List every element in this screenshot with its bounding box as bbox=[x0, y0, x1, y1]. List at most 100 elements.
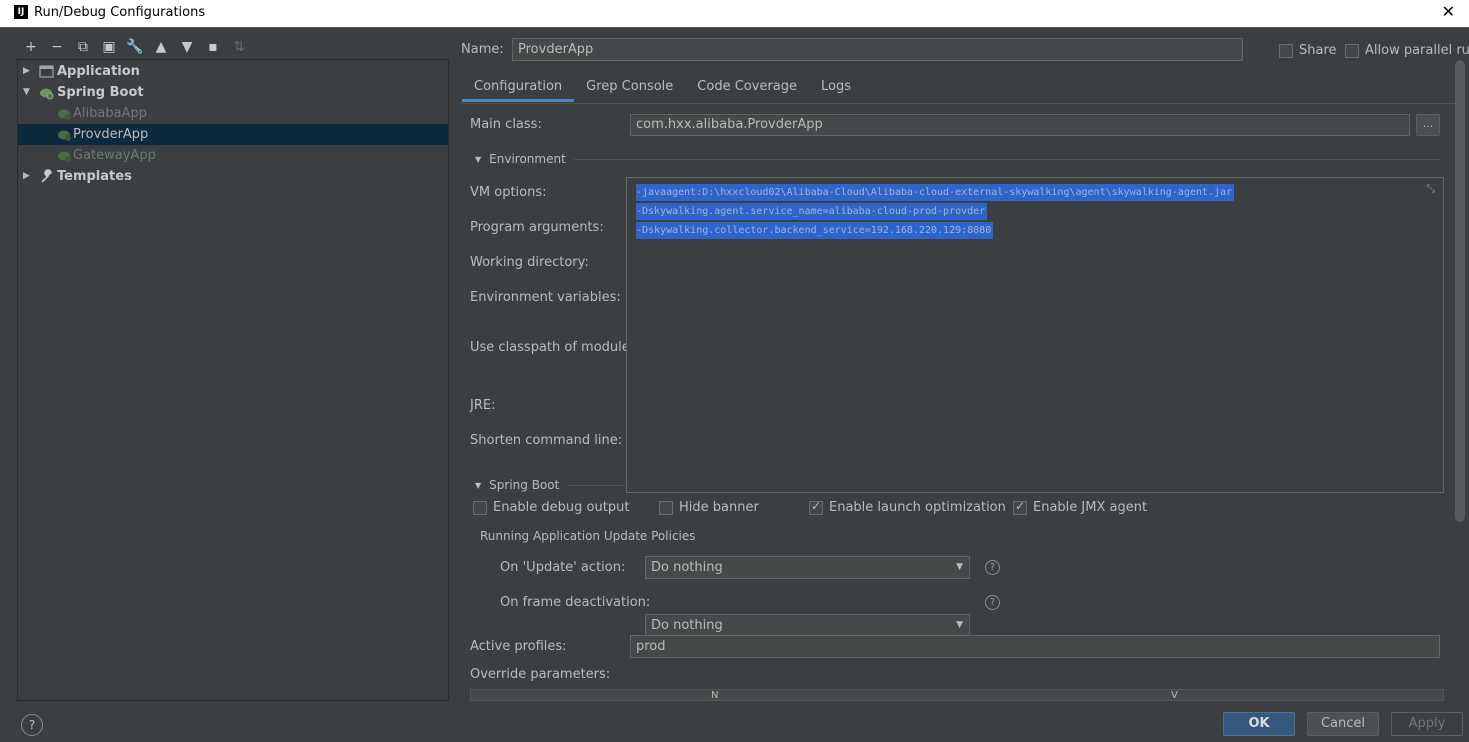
allow-parallel-checkbox[interactable]: Allow parallel run bbox=[1345, 43, 1469, 58]
spring-boot-icon bbox=[57, 148, 72, 163]
browse-button[interactable]: ... bbox=[1416, 114, 1440, 136]
tree-item-provder-app[interactable]: ProvderApp bbox=[18, 124, 448, 145]
override-parameters-label: Override parameters: bbox=[470, 667, 611, 682]
move-down-icon[interactable]: ▼ bbox=[174, 39, 200, 55]
enable-debug-output-checkbox[interactable]: Enable debug output bbox=[473, 500, 629, 515]
spring-boot-icon bbox=[39, 85, 54, 100]
checkbox-box-checked[interactable] bbox=[809, 499, 823, 515]
ok-button[interactable]: OK bbox=[1223, 712, 1295, 736]
main-class-label: Main class: bbox=[470, 117, 542, 132]
column-header-value[interactable]: V bbox=[1171, 690, 1178, 700]
checkbox-label: Enable debug output bbox=[493, 500, 630, 515]
collapse-icon[interactable]: ⤡ bbox=[1426, 182, 1435, 196]
jre-label: JRE: bbox=[470, 398, 496, 413]
tree-toolbar: + − ⧉ ▣ 🔧 ▲ ▼ ▪ ⇅ bbox=[18, 36, 252, 58]
config-tabs: Configuration Grep Console Code Coverage… bbox=[462, 72, 863, 102]
on-frame-deactivation-select[interactable]: Do nothing ▼ bbox=[645, 614, 970, 637]
help-button[interactable]: ? bbox=[21, 714, 43, 736]
checkbox-box-checked[interactable] bbox=[1013, 499, 1027, 515]
tree-label: GatewayApp bbox=[73, 148, 156, 163]
tree-label: Templates bbox=[57, 169, 132, 184]
vm-option-line: -Dskywalking.collector.backend_service=1… bbox=[636, 222, 994, 239]
remove-icon[interactable]: − bbox=[44, 39, 70, 55]
folder-icon[interactable]: ▪ bbox=[200, 39, 226, 55]
help-icon[interactable]: ? bbox=[985, 595, 1000, 610]
tab-divider bbox=[462, 103, 1456, 104]
vm-option-line: -javaagent:D:\hxxcloud02\Alibaba-Cloud\A… bbox=[636, 184, 1235, 201]
help-icon[interactable]: ? bbox=[985, 560, 1000, 575]
checkbox-box[interactable] bbox=[473, 500, 487, 515]
wrench-icon bbox=[39, 169, 54, 184]
on-update-select[interactable]: Do nothing ▼ bbox=[645, 556, 970, 579]
enable-launch-optimization-checkbox[interactable]: Enable launch optimization bbox=[809, 499, 1006, 515]
chevron-down-icon[interactable]: ▼ bbox=[475, 481, 481, 490]
column-header-name[interactable]: N bbox=[711, 690, 718, 700]
tree-label: AlibabaApp bbox=[73, 106, 147, 121]
move-up-icon[interactable]: ▲ bbox=[148, 39, 174, 55]
override-parameters-table-header: N V bbox=[470, 689, 1444, 701]
checkbox-box[interactable] bbox=[1345, 43, 1359, 58]
section-title: Environment bbox=[489, 152, 566, 166]
chevron-right-icon[interactable]: ▶ bbox=[23, 166, 33, 187]
on-frame-deactivation-label: On frame deactivation: bbox=[500, 595, 651, 610]
share-checkbox[interactable]: Share bbox=[1279, 43, 1337, 58]
add-icon[interactable]: + bbox=[18, 39, 44, 55]
main-class-input[interactable]: com.hxx.alibaba.ProvderApp bbox=[630, 114, 1410, 136]
checkbox-box[interactable] bbox=[659, 500, 673, 515]
spring-boot-icon bbox=[57, 106, 72, 121]
cancel-button[interactable]: Cancel bbox=[1307, 712, 1379, 736]
active-profiles-label: Active profiles: bbox=[470, 639, 567, 654]
intellij-logo-icon: IJ bbox=[14, 5, 28, 19]
apply-button[interactable]: Apply bbox=[1391, 712, 1463, 736]
chevron-down-icon[interactable]: ▼ bbox=[23, 82, 33, 103]
select-value: Do nothing bbox=[651, 618, 723, 633]
tree-item-gateway-app[interactable]: GatewayApp bbox=[18, 145, 448, 166]
tree-item-alibaba-app[interactable]: AlibabaApp bbox=[18, 103, 448, 124]
window-title: Run/Debug Configurations bbox=[34, 5, 206, 20]
tree-item-templates[interactable]: ▶ Templates bbox=[18, 166, 448, 187]
wrench-icon[interactable]: 🔧 bbox=[122, 39, 148, 55]
section-divider bbox=[573, 158, 1440, 160]
vm-options-label: VM options: bbox=[470, 185, 547, 200]
working-directory-label: Working directory: bbox=[470, 255, 589, 270]
program-arguments-label: Program arguments: bbox=[470, 220, 604, 235]
vm-option-line: -Dskywalking.agent.service_name=alibaba-… bbox=[636, 203, 988, 220]
checkbox-label: Share bbox=[1299, 43, 1337, 58]
save-icon[interactable]: ▣ bbox=[96, 39, 122, 55]
vm-options-editor[interactable]: -javaagent:D:\hxxcloud02\Alibaba-Cloud\A… bbox=[626, 177, 1444, 493]
tree-item-spring-boot[interactable]: ▼ Spring Boot bbox=[18, 82, 448, 103]
copy-icon[interactable]: ⧉ bbox=[70, 39, 96, 55]
sort-icon[interactable]: ⇅ bbox=[226, 39, 252, 55]
enable-jmx-agent-checkbox[interactable]: Enable JMX agent bbox=[1013, 499, 1147, 515]
checkbox-box[interactable] bbox=[1279, 43, 1293, 58]
chevron-right-icon[interactable]: ▶ bbox=[23, 61, 33, 82]
vertical-scrollbar[interactable] bbox=[1455, 60, 1465, 522]
tab-configuration[interactable]: Configuration bbox=[462, 72, 575, 102]
update-policies-title: Running Application Update Policies bbox=[480, 529, 696, 543]
shorten-command-line-label: Shorten command line: bbox=[470, 433, 623, 448]
close-icon[interactable]: ✕ bbox=[1442, 2, 1455, 21]
name-label: Name: bbox=[461, 42, 504, 57]
environment-section[interactable]: ▼ Environment bbox=[475, 152, 1440, 166]
hide-banner-checkbox[interactable]: Hide banner bbox=[659, 500, 759, 515]
tree-label: ProvderApp bbox=[73, 127, 149, 142]
checkbox-label: Allow parallel run bbox=[1365, 43, 1469, 58]
dropdown-arrow-icon[interactable]: ▼ bbox=[956, 615, 963, 636]
tree-label: Application bbox=[57, 64, 140, 79]
section-title: Spring Boot bbox=[489, 478, 560, 492]
active-profiles-input[interactable]: prod bbox=[630, 635, 1440, 658]
tab-logs[interactable]: Logs bbox=[809, 72, 863, 102]
tab-code-coverage[interactable]: Code Coverage bbox=[685, 72, 809, 102]
on-update-label: On 'Update' action: bbox=[500, 560, 626, 575]
chevron-down-icon[interactable]: ▼ bbox=[475, 155, 481, 164]
config-tree: ▶ Application ▼ Spring Boot AlibabaApp P… bbox=[17, 59, 449, 701]
select-value: Do nothing bbox=[651, 560, 723, 575]
tree-item-application[interactable]: ▶ Application bbox=[18, 61, 448, 82]
dropdown-arrow-icon[interactable]: ▼ bbox=[956, 557, 963, 578]
title-bar: IJ Run/Debug Configurations ✕ bbox=[0, 0, 1469, 27]
name-input[interactable]: ProvderApp bbox=[512, 38, 1243, 61]
tree-label: Spring Boot bbox=[57, 85, 144, 100]
spring-boot-section[interactable]: ▼ Spring Boot bbox=[475, 478, 625, 492]
classpath-module-label: Use classpath of module: bbox=[470, 340, 635, 355]
tab-grep-console[interactable]: Grep Console bbox=[574, 72, 685, 102]
